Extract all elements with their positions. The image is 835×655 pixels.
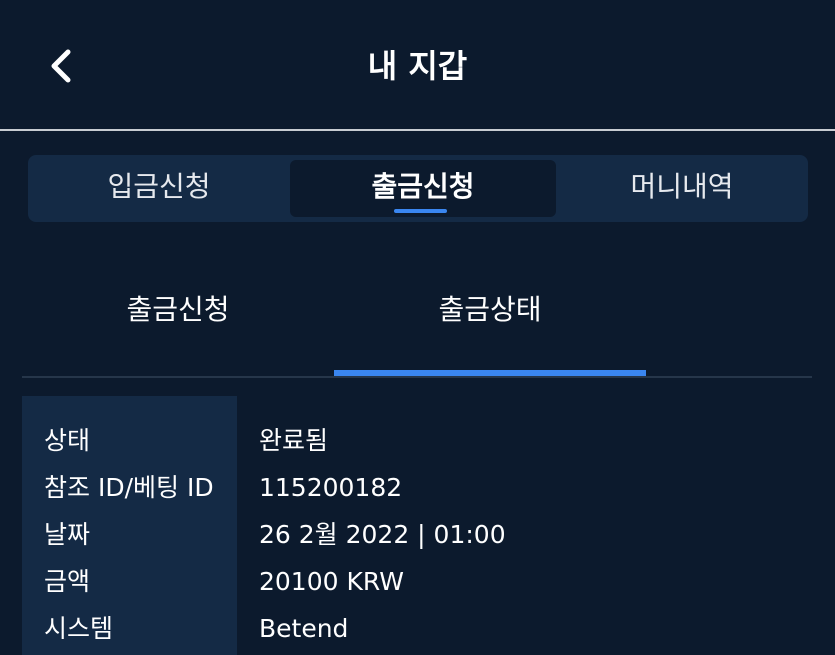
withdraw-status-detail: 상태 완료됨 참조 ID/베팅 ID 115200182 날짜 26 2월 20…	[22, 396, 812, 655]
main-tab-bar: 입금신청 출금신청 머니내역	[28, 155, 808, 222]
tab-deposit-request[interactable]: 입금신청	[28, 155, 290, 222]
detail-value-status: 완료됨	[259, 426, 329, 455]
detail-value-reference-id: 115200182	[259, 473, 403, 502]
sub-tab-bar: 출금신청 출금상태	[22, 268, 812, 378]
tab-withdraw-request-label: 출금신청	[371, 170, 475, 203]
detail-label-reference-id: 참조 ID/베팅 ID	[44, 473, 214, 502]
page-title: 내 지갑	[367, 47, 468, 85]
detail-label-date: 날짜	[44, 520, 91, 549]
app-header: 내 지갑	[0, 0, 835, 131]
subtab-withdraw-request[interactable]: 출금신청	[22, 268, 334, 376]
detail-value-date: 26 2월 2022 | 01:00	[259, 520, 506, 549]
active-subtab-indicator	[334, 370, 646, 376]
detail-label-amount: 금액	[44, 567, 91, 596]
detail-label-system: 시스템	[44, 614, 114, 643]
detail-value-amount: 20100 KRW	[259, 567, 404, 596]
detail-value-system: Betend	[259, 614, 349, 643]
active-tab-indicator	[394, 209, 447, 213]
tab-money-history[interactable]: 머니내역	[556, 155, 808, 222]
subtab-withdraw-status[interactable]: 출금상태	[334, 268, 646, 376]
detail-label-status: 상태	[44, 426, 91, 455]
tab-withdraw-request[interactable]: 출금신청	[290, 160, 556, 217]
